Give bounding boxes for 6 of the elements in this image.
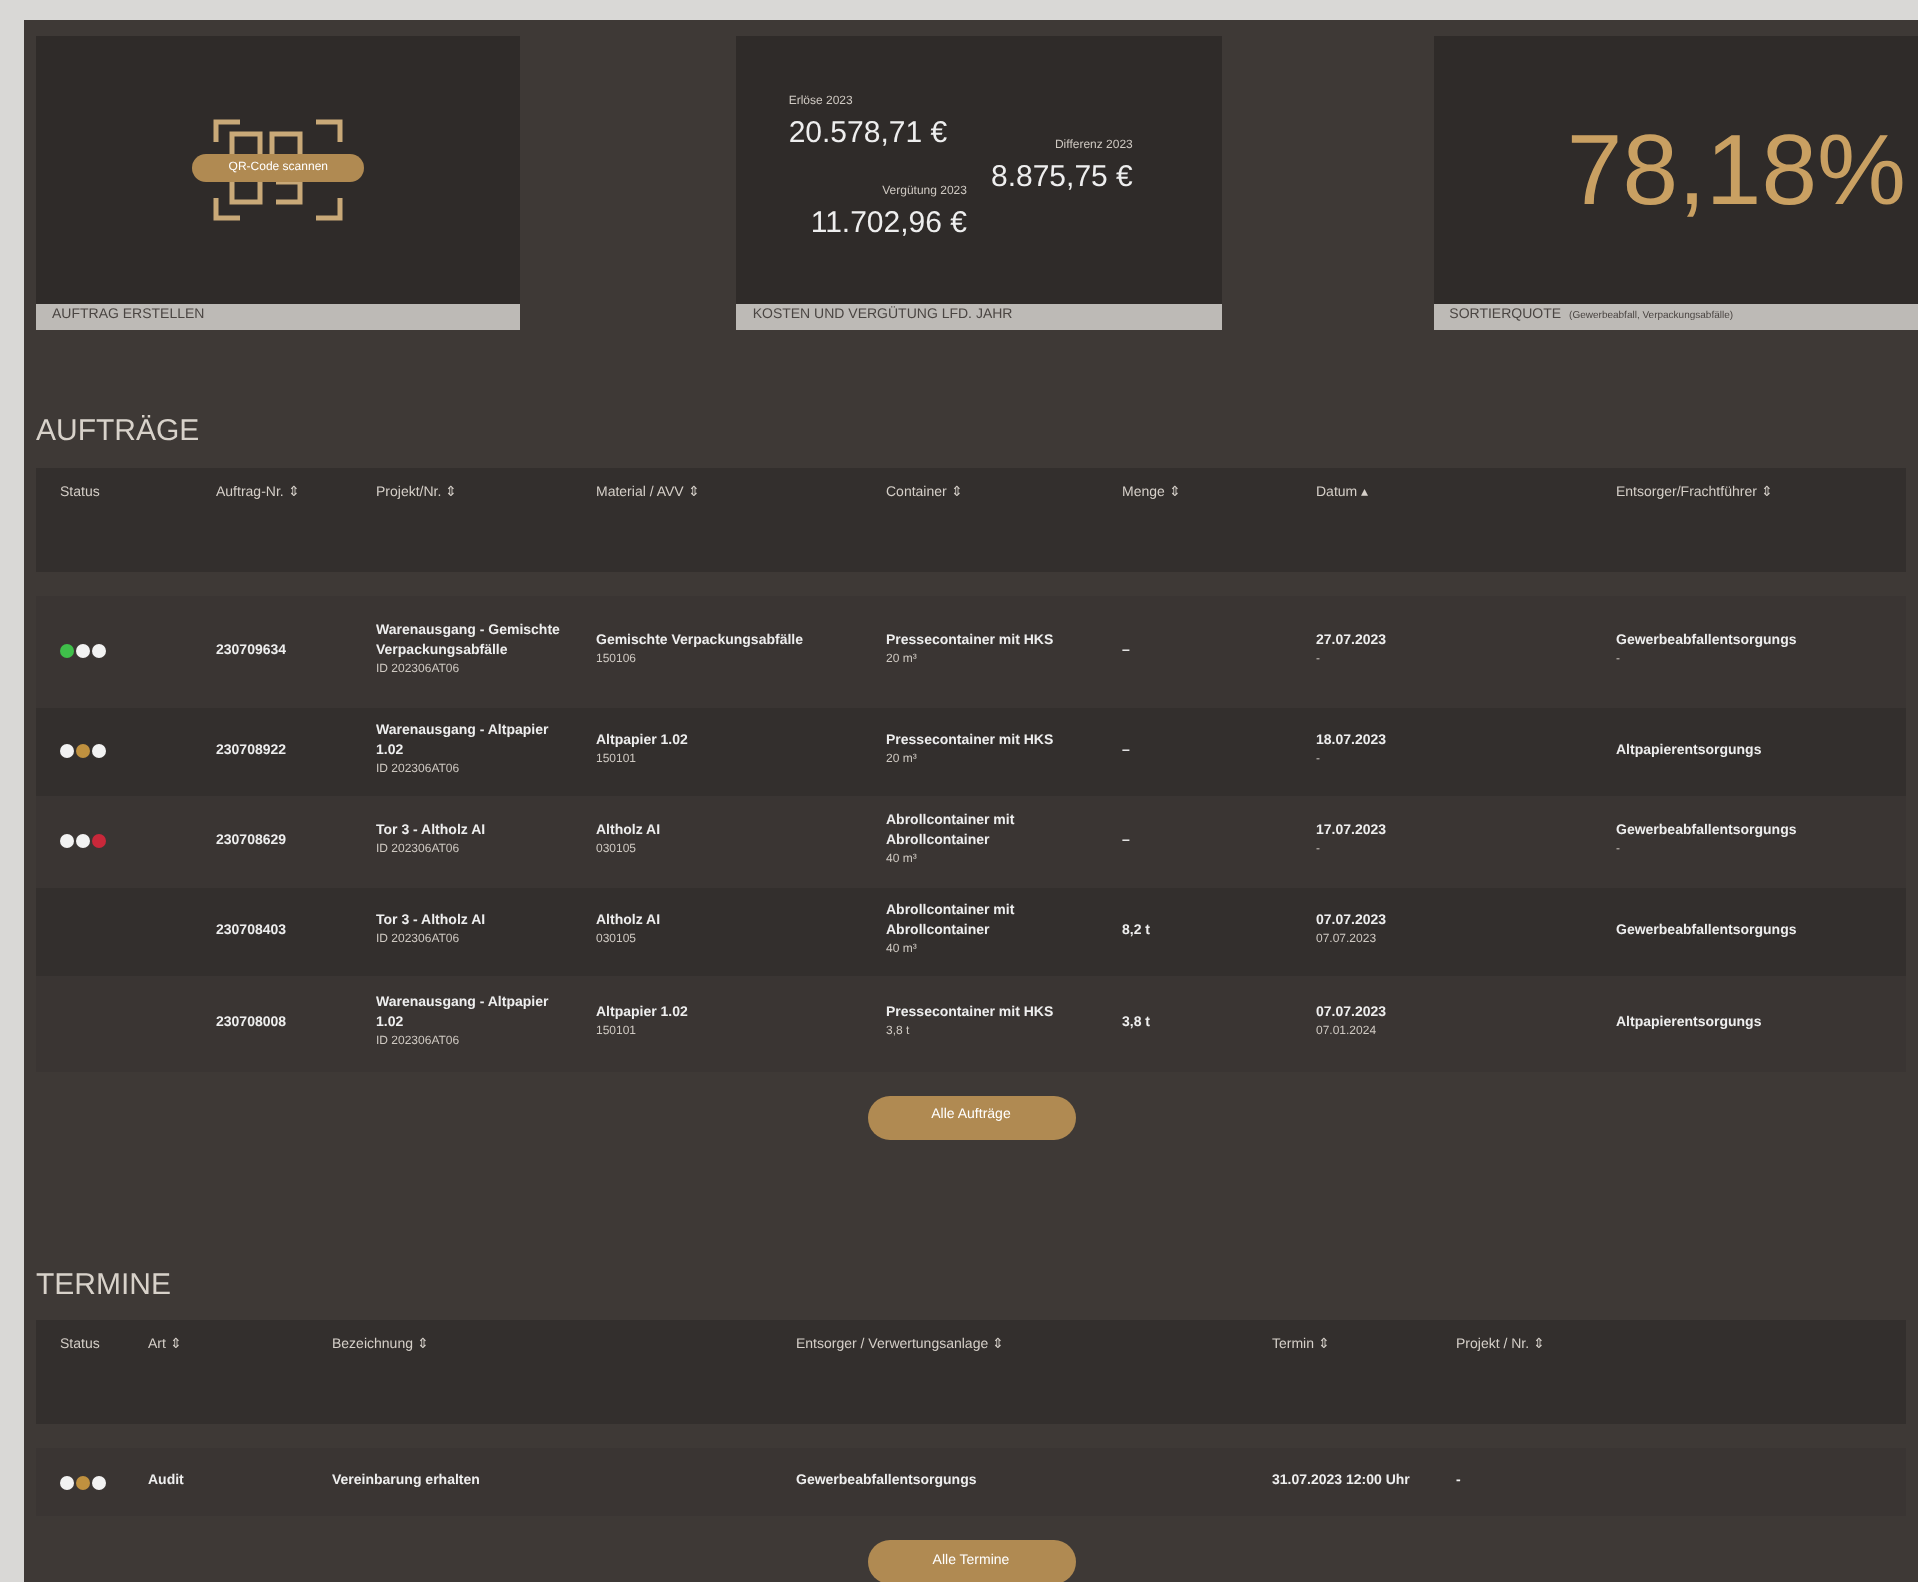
figure-value: 11.702,96 € bbox=[810, 204, 967, 244]
section-title: AUFTRÄGE bbox=[34, 412, 202, 452]
figure-value: 8.875,75 € bbox=[990, 158, 1133, 199]
figure-value: 20.578,71 € bbox=[788, 113, 948, 153]
section-title: TERMINE bbox=[34, 1265, 173, 1305]
quota-value: 78,18% bbox=[1566, 120, 1906, 220]
